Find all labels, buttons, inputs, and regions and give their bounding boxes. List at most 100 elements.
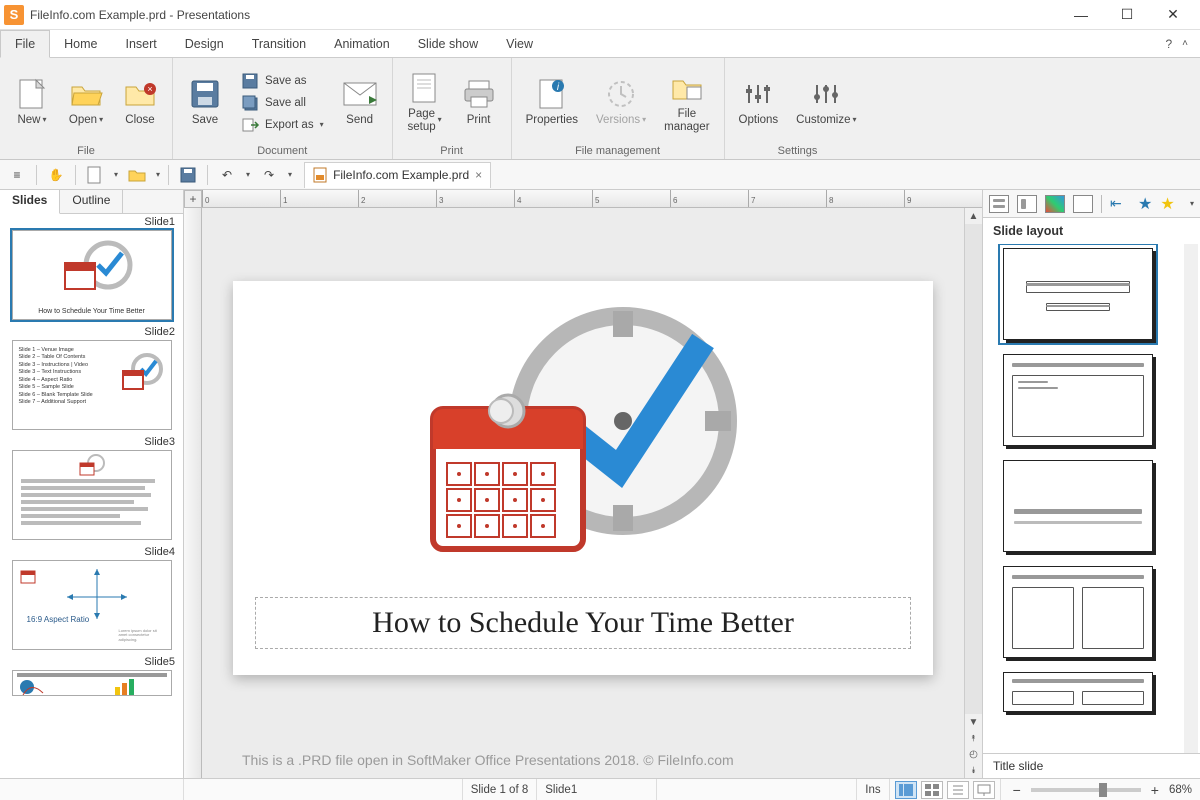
- save-all-button[interactable]: Save all: [237, 93, 328, 113]
- layout-tool-color-icon[interactable]: [1045, 195, 1065, 213]
- prev-slide-icon[interactable]: ⯭: [969, 730, 978, 746]
- slide-thumb-2[interactable]: Slide2 Slide 1 – Venue ImageSlide 2 – Ta…: [2, 326, 181, 430]
- layout-panel-dropdown-icon[interactable]: ▾: [1190, 199, 1194, 208]
- vertical-scrollbar[interactable]: ▲ ▼ ⯭ ◴ ⯯: [964, 208, 982, 778]
- envelope-icon: [344, 78, 376, 110]
- print-button[interactable]: Print: [457, 76, 501, 129]
- view-slideshow-icon[interactable]: [973, 781, 995, 799]
- ruler-origin[interactable]: +: [184, 190, 202, 208]
- ribbon-group-print: Page setup ▾ Print Print: [393, 58, 512, 159]
- send-button[interactable]: Send: [338, 76, 382, 129]
- star-gold-icon[interactable]: ★: [1160, 194, 1174, 214]
- quick-save-icon[interactable]: [177, 164, 199, 186]
- layout-scrollbar[interactable]: [1184, 244, 1198, 753]
- layout-tool-blank-icon[interactable]: [1073, 195, 1093, 213]
- zoom-slider[interactable]: [1031, 788, 1141, 792]
- layout-item-two-content[interactable]: [1003, 566, 1153, 658]
- export-as-button[interactable]: Export as ▾: [237, 115, 328, 135]
- new-button[interactable]: New▾: [10, 76, 54, 129]
- document-tab[interactable]: FileInfo.com Example.prd ×: [304, 162, 491, 188]
- help-icon[interactable]: ?: [1165, 37, 1172, 51]
- menu-view[interactable]: View: [492, 30, 547, 57]
- status-slide-count: Slide 1 of 8: [463, 779, 538, 800]
- menu-design[interactable]: Design: [171, 30, 238, 57]
- open-button[interactable]: Open▾: [64, 76, 108, 129]
- ribbon-collapse-icon[interactable]: ˄: [1182, 38, 1188, 49]
- hand-tool-icon[interactable]: ✋: [45, 164, 67, 186]
- close-window-button[interactable]: ✕: [1150, 0, 1196, 30]
- menu-slideshow[interactable]: Slide show: [404, 30, 492, 57]
- page-setup-button[interactable]: Page setup ▾: [403, 70, 447, 135]
- slide-canvas[interactable]: How to Schedule Your Time Better: [233, 281, 933, 675]
- slide-thumb-3[interactable]: Slide3: [2, 436, 181, 540]
- horizontal-ruler[interactable]: 0123456789: [202, 190, 982, 208]
- tab-slides[interactable]: Slides: [0, 190, 60, 214]
- menu-home[interactable]: Home: [50, 30, 111, 57]
- layout-item-title-content[interactable]: [1003, 354, 1153, 446]
- file-manager-icon: [671, 72, 703, 104]
- menu-transition[interactable]: Transition: [238, 30, 320, 57]
- slide-thumb-1[interactable]: Slide1 How to Schedule Your Time Better: [2, 216, 181, 320]
- layout-panel-footer: Title slide: [983, 753, 1200, 778]
- slide-thumb-label: Slide4: [2, 546, 181, 560]
- layout-item-comparison[interactable]: [1003, 672, 1153, 712]
- open-folder-icon[interactable]: [126, 164, 148, 186]
- slide-thumb-4[interactable]: Slide4 16:9 Aspect Ratio Lorem ipsum dol…: [2, 546, 181, 650]
- save-icon: [241, 94, 259, 112]
- menu-file[interactable]: File: [0, 30, 50, 58]
- next-slide-icon[interactable]: ⯯: [969, 762, 978, 778]
- slide-artwork: [403, 301, 763, 561]
- zoom-in-icon[interactable]: +: [1147, 782, 1163, 798]
- menu-animation[interactable]: Animation: [320, 30, 404, 57]
- star-blue-icon[interactable]: ★: [1138, 194, 1152, 214]
- view-normal-icon[interactable]: [895, 781, 917, 799]
- new-doc-icon[interactable]: [84, 164, 106, 186]
- customize-button[interactable]: Customize ▾: [792, 76, 860, 129]
- scroll-down-icon[interactable]: ▼: [965, 714, 982, 730]
- zoom-percent[interactable]: 68%: [1169, 784, 1192, 796]
- ribbon-group-label-file: File: [10, 143, 162, 157]
- maximize-button[interactable]: ☐: [1104, 0, 1150, 30]
- layout-item-title-slide[interactable]: [1003, 248, 1153, 340]
- options-button[interactable]: Options: [735, 76, 783, 129]
- object-nav-icon[interactable]: ◴: [969, 746, 978, 762]
- save-button[interactable]: Save: [183, 76, 227, 129]
- minimize-button[interactable]: —: [1058, 0, 1104, 30]
- tab-outline[interactable]: Outline: [60, 190, 123, 213]
- window-title: FileInfo.com Example.prd - Presentations: [30, 8, 250, 22]
- properties-button[interactable]: i Properties: [522, 76, 582, 129]
- slide-title-placeholder[interactable]: How to Schedule Your Time Better: [255, 597, 911, 649]
- redo-icon[interactable]: ↷: [258, 164, 280, 186]
- close-doc-button[interactable]: × Close: [118, 76, 162, 129]
- hamburger-icon[interactable]: ≡: [6, 164, 28, 186]
- watermark-text: This is a .PRD file open in SoftMaker Of…: [242, 752, 734, 768]
- ribbon-group-filemgmt: i Properties Versions ▾ File manager Fil…: [512, 58, 725, 159]
- printer-icon: [463, 78, 495, 110]
- close-tab-icon[interactable]: ×: [475, 168, 482, 182]
- menu-insert[interactable]: Insert: [112, 30, 171, 57]
- vertical-ruler[interactable]: [184, 208, 202, 778]
- zoom-out-icon[interactable]: −: [1009, 782, 1025, 798]
- layout-tool-1-icon[interactable]: [989, 195, 1009, 213]
- slide-thumb-5[interactable]: Slide5 ⇥: [2, 656, 181, 696]
- layout-panel: ⇤ ★ ★ ▾ Slide layout: [982, 190, 1200, 778]
- versions-button[interactable]: Versions ▾: [592, 76, 650, 129]
- layout-tool-2-icon[interactable]: [1017, 195, 1037, 213]
- title-bar: S FileInfo.com Example.prd - Presentatio…: [0, 0, 1200, 30]
- undo-icon[interactable]: ↶: [216, 164, 238, 186]
- ribbon-group-label-filemgmt: File management: [522, 143, 714, 157]
- view-sorter-icon[interactable]: [921, 781, 943, 799]
- view-outline-icon[interactable]: [947, 781, 969, 799]
- save-as-button[interactable]: Save as: [237, 71, 328, 91]
- layout-panel-toolbar: ⇤ ★ ★ ▾: [983, 190, 1200, 218]
- file-manager-button[interactable]: File manager: [660, 70, 713, 135]
- slide-canvas-area[interactable]: How to Schedule Your Time Better This is…: [202, 208, 964, 778]
- slide-thumb-label: Slide1: [2, 216, 181, 230]
- new-document-icon: [16, 78, 48, 110]
- layout-panel-heading: Slide layout: [983, 218, 1200, 244]
- versions-icon: [605, 78, 637, 110]
- scroll-up-icon[interactable]: ▲: [965, 208, 982, 224]
- status-insert-mode[interactable]: Ins: [857, 779, 889, 800]
- layout-item-section-header[interactable]: [1003, 460, 1153, 552]
- layout-tool-insert-icon[interactable]: ⇤: [1110, 195, 1130, 213]
